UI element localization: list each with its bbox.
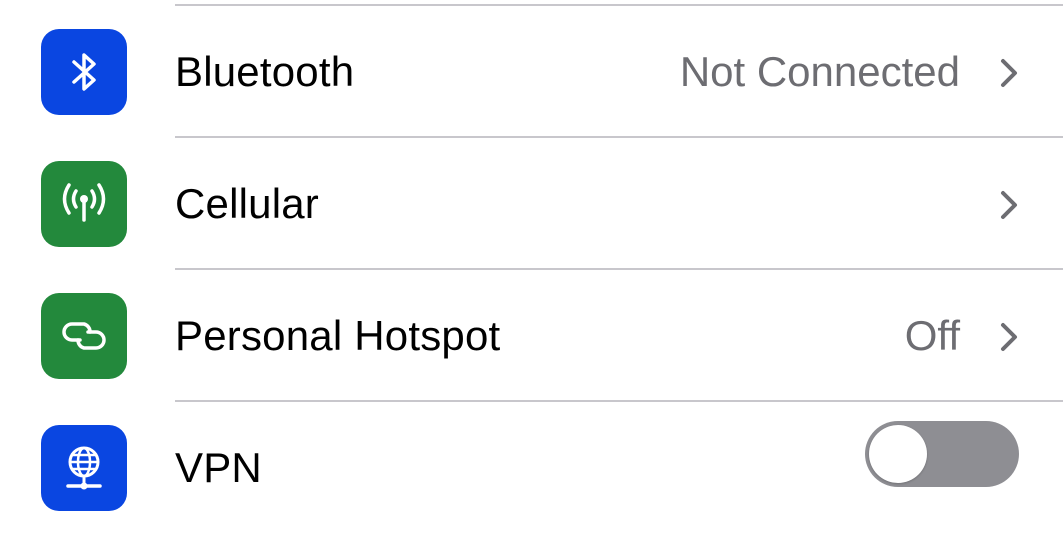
bluetooth-icon — [41, 29, 127, 115]
hotspot-link-icon — [41, 293, 127, 379]
row-value: Not Connected — [679, 48, 960, 95]
cellular-antenna-icon — [41, 161, 127, 247]
row-label: Personal Hotspot — [175, 312, 501, 359]
vpn-globe-icon — [41, 425, 127, 511]
chevron-right-icon — [1001, 59, 1017, 87]
chevron-right-icon — [1001, 191, 1017, 219]
row-label: VPN — [175, 444, 262, 491]
settings-row-cellular[interactable]: Cellular — [0, 138, 1063, 270]
vpn-toggle[interactable] — [865, 421, 1019, 487]
row-value: Off — [904, 312, 960, 359]
row-label: Bluetooth — [175, 48, 355, 95]
settings-row-personal-hotspot[interactable]: Personal Hotspot Off — [0, 270, 1063, 402]
toggle-knob — [869, 425, 927, 483]
chevron-right-icon — [1001, 323, 1017, 351]
row-label: Cellular — [175, 180, 319, 227]
settings-row-bluetooth[interactable]: Bluetooth Not Connected — [0, 6, 1063, 138]
